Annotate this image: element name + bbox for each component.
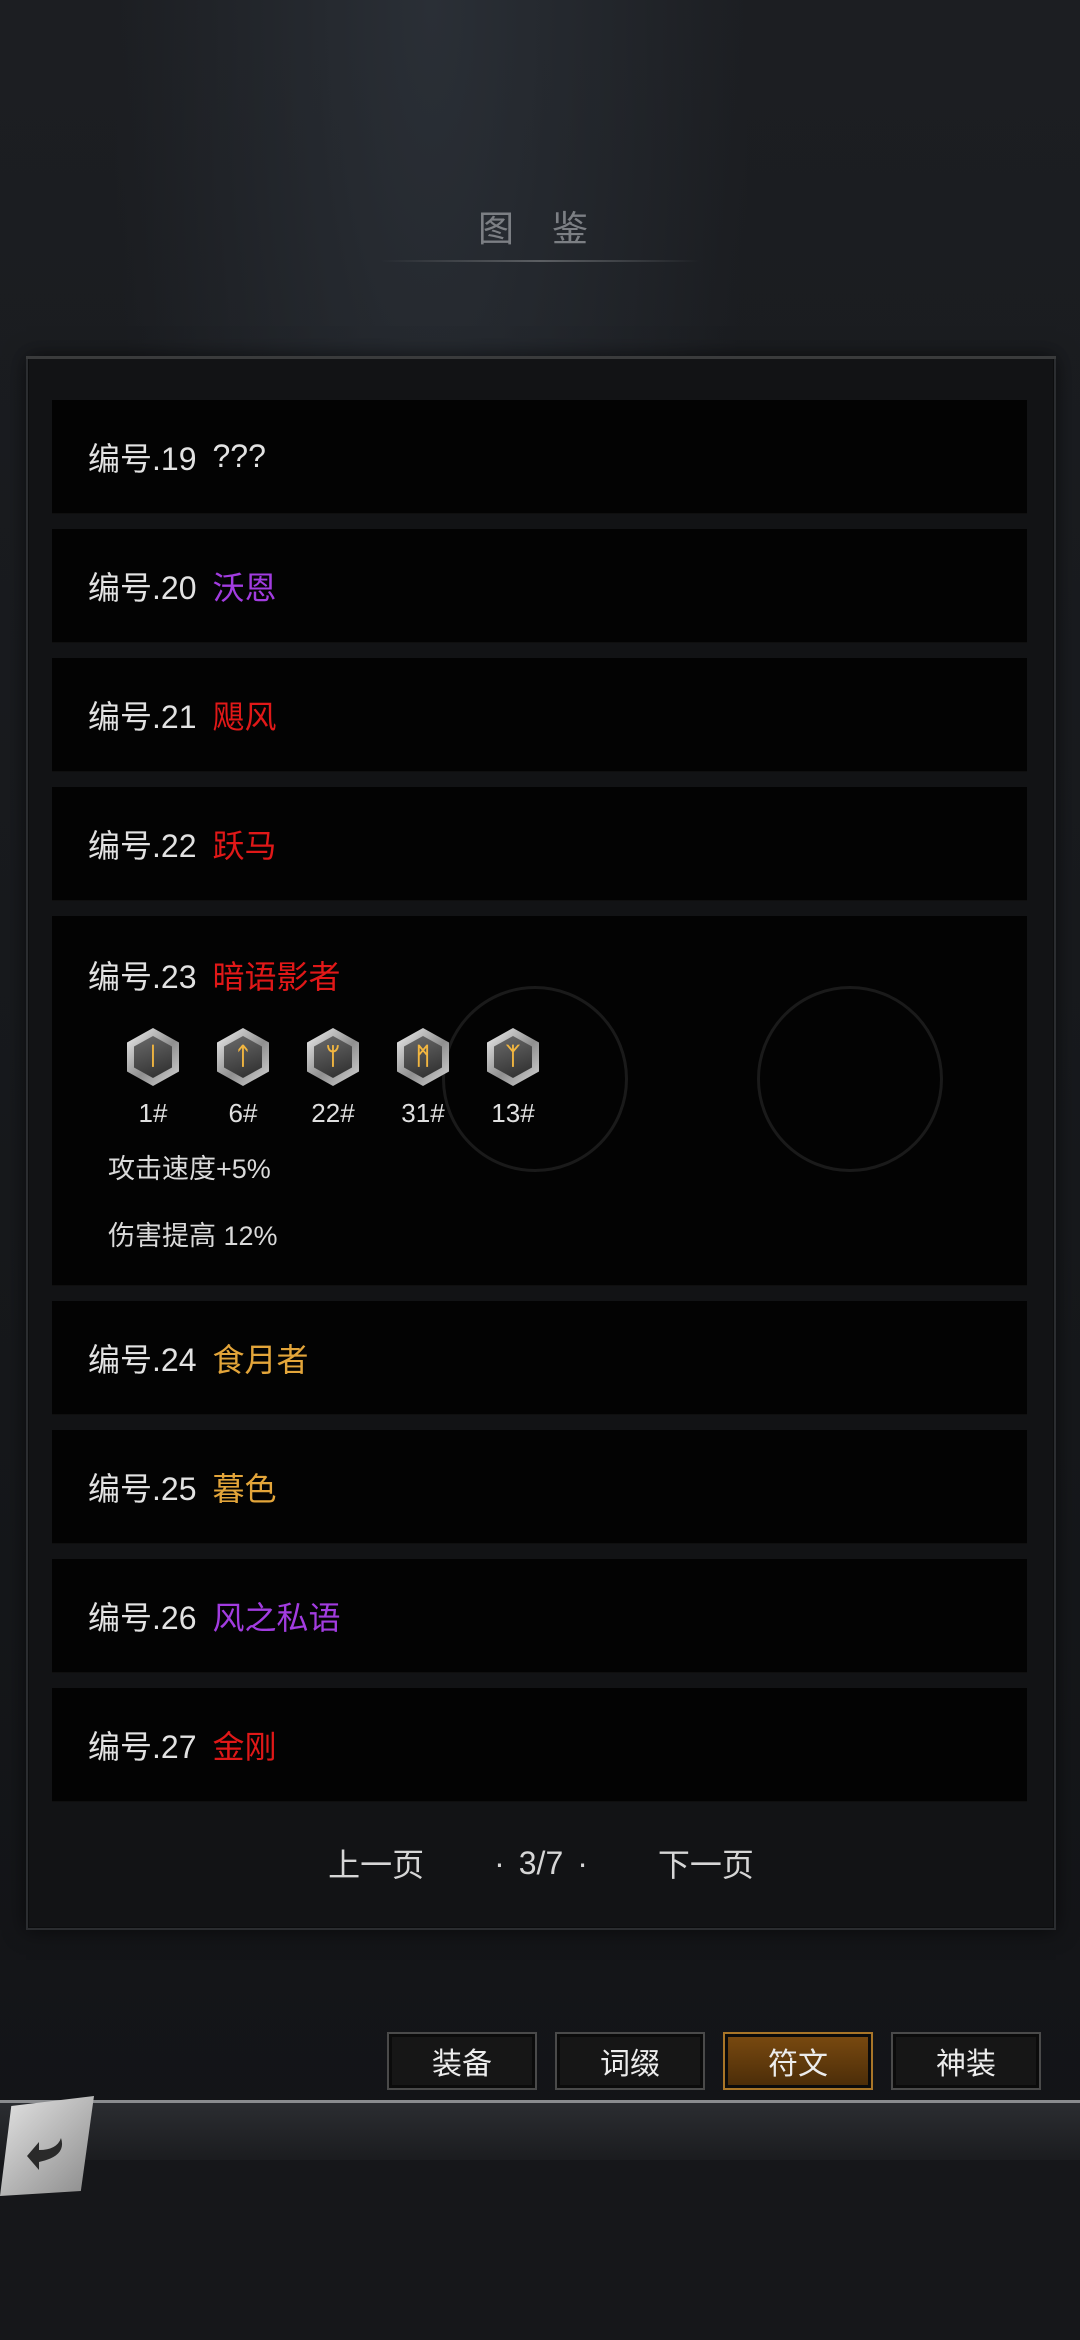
list-item-expanded[interactable]: 编号.23 暗语影者 ᛁ 1# ᛏ 6# ᛘ 22# ᛗ 31# ᛉ 13# 攻… <box>52 916 1027 1286</box>
rune-glyph: ᛗ <box>404 1036 442 1078</box>
rune-glyph: ᛉ <box>494 1036 532 1078</box>
item-name: 沃恩 <box>212 569 277 606</box>
bullet-dot: · <box>494 1844 505 1881</box>
rune-word-list: 编号.19 ??? 编号.20 沃恩 编号.21 飓风 编号.22 跃马 编号.… <box>52 400 1027 1817</box>
stat-line: 伤害提高 12% <box>108 1221 278 1251</box>
footer-area <box>0 2160 1080 2340</box>
list-item[interactable]: 编号.21 飓风 <box>52 658 1027 772</box>
next-page-button[interactable]: 下一页 <box>658 1840 754 1886</box>
item-number: 编号.24 <box>88 1341 197 1378</box>
rune-glyph: ᛁ <box>134 1036 172 1078</box>
title-divider <box>380 260 700 262</box>
item-name: 跃马 <box>212 827 277 864</box>
rune-label: 22# <box>311 1098 355 1128</box>
prev-page-button[interactable]: 上一页 <box>328 1840 424 1886</box>
page-indicator: 3/7 <box>518 1844 564 1881</box>
list-item[interactable]: 编号.22 跃马 <box>52 787 1027 901</box>
item-name: 食月者 <box>212 1341 309 1378</box>
rune-glyph: ᛘ <box>314 1036 352 1078</box>
stone-ledge <box>0 2100 1080 2163</box>
list-item[interactable]: 编号.19 ??? <box>52 400 1027 514</box>
list-item[interactable]: 编号.27 金刚 <box>52 1688 1027 1802</box>
tab-divine-gear[interactable]: 神装 <box>891 2032 1041 2090</box>
item-name: 暗语影者 <box>212 959 341 995</box>
rune-glyph: ᛏ <box>224 1036 262 1078</box>
faded-emblem-icon <box>442 986 628 1172</box>
rune-label: 6# <box>228 1098 258 1128</box>
rune-gem-icon: ᛁ <box>127 1028 179 1086</box>
pagination: 上一页 · 3/7 · 下一页 <box>26 1840 1056 1886</box>
item-number: 编号.26 <box>88 1599 197 1636</box>
list-item[interactable]: 编号.20 沃恩 <box>52 529 1027 643</box>
list-item[interactable]: 编号.25 暮色 <box>52 1430 1027 1544</box>
page-title: 图 鉴 <box>477 208 602 249</box>
item-number: 编号.23 <box>88 959 197 995</box>
category-tabs: 装备 词缀 符文 神装 <box>387 2032 1059 2090</box>
tab-rune[interactable]: 符文 <box>723 2032 873 2090</box>
item-name: 暮色 <box>212 1470 277 1507</box>
rune-gem-icon: ᛏ <box>217 1028 269 1086</box>
item-number: 编号.22 <box>88 827 197 864</box>
item-number: 编号.21 <box>88 698 197 735</box>
bullet-dot: · <box>577 1844 588 1881</box>
item-number: 编号.20 <box>88 569 197 606</box>
item-number: 编号.25 <box>88 1470 197 1507</box>
rune[interactable]: ᛏ 6# <box>198 1028 288 1129</box>
item-number: 编号.27 <box>88 1728 197 1765</box>
rune[interactable]: ᛘ 22# <box>288 1028 378 1129</box>
tab-affix[interactable]: 词缀 <box>555 2032 705 2090</box>
item-name: ??? <box>212 438 266 474</box>
item-name: 风之私语 <box>212 1599 341 1636</box>
back-arrow-icon <box>27 2138 63 2170</box>
back-button[interactable] <box>0 2096 94 2196</box>
rune-gem-icon: ᛘ <box>307 1028 359 1086</box>
list-item[interactable]: 编号.26 风之私语 <box>52 1559 1027 1673</box>
rune[interactable]: ᛁ 1# <box>108 1028 198 1129</box>
item-name: 飓风 <box>212 698 277 735</box>
faded-emblem-icon <box>757 986 943 1172</box>
item-name: 金刚 <box>212 1728 277 1765</box>
list-item[interactable]: 编号.24 食月者 <box>52 1301 1027 1415</box>
rune-label: 1# <box>138 1098 168 1128</box>
item-number: 编号.19 <box>88 440 197 477</box>
panel-border <box>26 356 1056 359</box>
tab-equipment[interactable]: 装备 <box>387 2032 537 2090</box>
